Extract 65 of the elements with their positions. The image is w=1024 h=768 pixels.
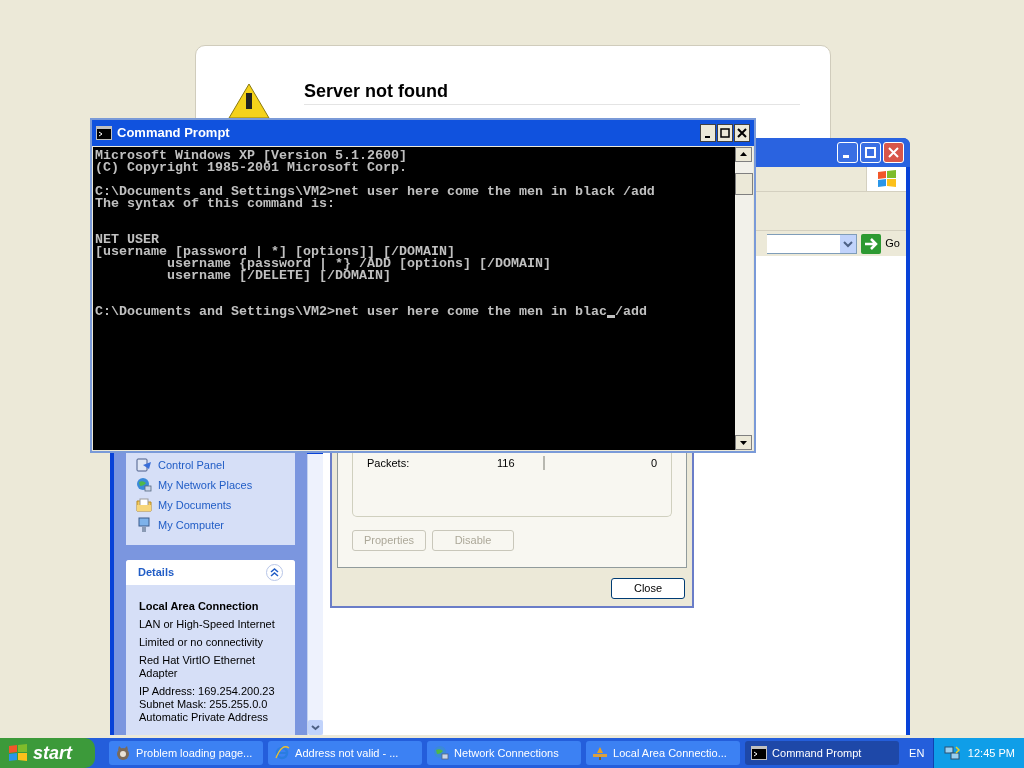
console-line: C:\Documents and Settings\VM2>net user here come the men in black /add [95,186,656,198]
close-dialog-button[interactable]: Close [611,578,685,599]
detail-text: Limited or no connectivity [139,636,265,649]
places-link[interactable]: My Documents [136,495,295,515]
console-line: /add [614,306,647,318]
sent-count: 116 [497,455,516,471]
taskbar-app-icon [115,745,132,761]
detail-text: Red Hat VirtIO Ethernet Adapter [139,654,256,680]
console-line: (C) Copyright 1985-2001 Microsoft Corp. [95,162,408,174]
cmd-title: Command Prompt [117,124,231,143]
windows-flag-icon [876,170,897,188]
chevrons-icon [270,568,279,577]
console-line: Microsoft Windows XP [Version 5.1.2600] [95,150,408,162]
detail-text: Subnet Mask: 255.255.0.0 [139,698,269,711]
scroll-down-icon[interactable] [735,435,752,450]
console-line: [username [password | *] [options]] [/DOMAIN] [95,246,455,258]
maximize-icon [720,128,730,138]
console-line: NET USER [95,234,159,246]
console-line: username [/DELETE] [/DOMAIN] [165,270,392,282]
collapse-button[interactable] [266,564,283,581]
taskbar-button[interactable]: Local Area Connectio... [586,741,741,765]
taskbar-button[interactable]: Problem loading page... [109,741,264,765]
error-heading: Server not found [304,80,449,102]
close-button[interactable] [734,124,750,142]
maximize-button[interactable] [717,124,733,142]
detail-text: Automatic Private Address [139,711,269,724]
warning-icon [228,83,270,118]
taskbar-app-icon [751,746,768,760]
taskbar-button[interactable]: Network Connections [427,741,582,765]
place-icon [136,517,152,533]
received-count: 0 [649,455,657,471]
minimize-icon [843,155,849,158]
taskbar-app-icon [433,745,450,761]
text-cursor [606,315,615,318]
scroll-thumb[interactable] [735,172,753,195]
taskbar-app-icon [592,745,609,761]
scroll-up-icon[interactable] [735,147,752,162]
place-icon [136,477,152,493]
taskbar-button[interactable]: Address not valid - ... [268,741,423,765]
clock: 12:45 PM [967,745,1015,761]
places-link[interactable]: My Computer [136,515,295,535]
place-icon [136,457,152,473]
close-icon [888,147,899,158]
detail-text: LAN or High-Speed Internet [139,618,276,631]
console-line: The syntax of this command is: [95,198,335,210]
packets-label: Packets: [367,455,411,471]
start-button[interactable]: start [0,738,96,768]
address-field[interactable] [767,233,858,254]
detail-text: IP Address: 169.254.200.23 [139,685,276,698]
taskbar-app-icon [274,745,291,761]
maximize-icon [865,147,876,158]
language-indicator[interactable]: EN [909,744,933,762]
network-status-icon[interactable] [943,745,960,761]
place-icon [136,497,152,513]
taskbar-button[interactable]: Command Prompt [745,741,900,765]
connection-name: Local Area Connection [139,600,260,613]
details-title: Details [138,565,175,581]
console-line: username {password | *} /ADD [options] [/DOMAIN] [166,258,552,270]
cmd-icon [96,126,112,140]
close-icon [737,128,747,138]
windows-flag-icon [8,744,28,762]
places-link[interactable]: My Network Places [136,475,295,495]
minimize-button[interactable] [700,124,716,142]
console-line: C:\Documents and Settings\VM2>net user here come the men in blac [95,306,607,318]
places-link[interactable]: Control Panel [136,455,295,475]
